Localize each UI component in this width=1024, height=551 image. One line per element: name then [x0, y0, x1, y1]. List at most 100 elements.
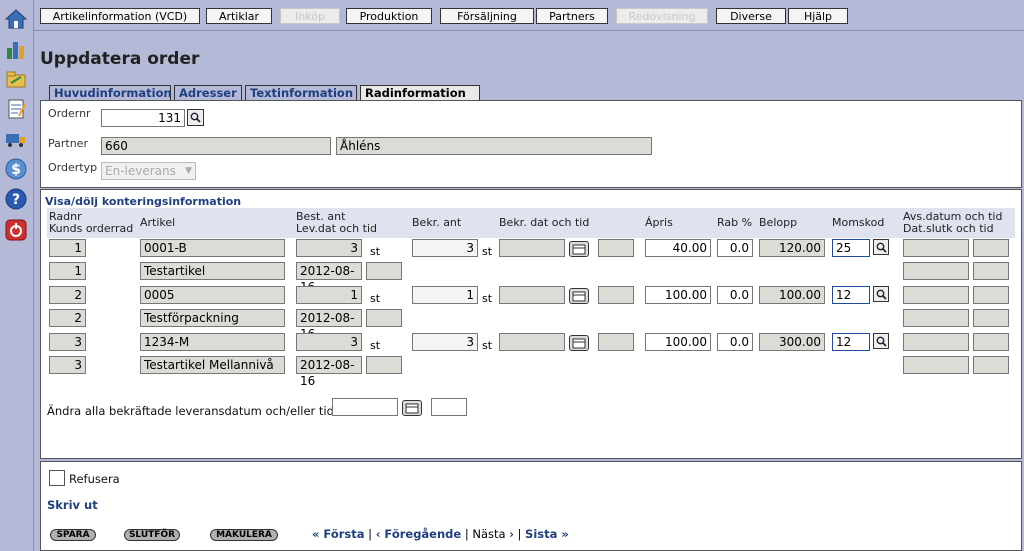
- calendar-icon[interactable]: [569, 288, 589, 304]
- change-all-label: Ändra alla bekräftade leveransdatum och/…: [47, 404, 346, 418]
- notes-icon[interactable]: [5, 98, 27, 120]
- finish-button[interactable]: SLUTFÖR: [124, 529, 180, 541]
- bekr-dat-input[interactable]: [499, 239, 565, 257]
- col-rab: Rab %: [717, 216, 753, 229]
- calendar-icon[interactable]: [402, 400, 422, 416]
- pagination: « Första | ‹ Föregående | Nästa › | Sist…: [312, 527, 569, 541]
- folder-icon[interactable]: [5, 68, 27, 90]
- home-icon[interactable]: [5, 8, 27, 30]
- momskod-input[interactable]: 12: [832, 286, 870, 304]
- dollar-icon[interactable]: $: [5, 158, 27, 180]
- bekr-ant-input[interactable]: 1: [412, 286, 478, 304]
- search-icon[interactable]: [873, 333, 889, 349]
- bekr-ant-input[interactable]: 3: [412, 239, 478, 257]
- menu-hjalp[interactable]: Hjälp: [788, 8, 848, 24]
- print-link[interactable]: Skriv ut: [47, 498, 98, 512]
- nav-separator: |: [517, 527, 522, 541]
- col-belopp: Belopp: [759, 216, 798, 229]
- artikelnr-field: 1234-M: [140, 333, 285, 351]
- partner-code-field: 660: [101, 137, 331, 155]
- search-icon[interactable]: [873, 286, 889, 302]
- radnr-field: 3: [49, 333, 86, 351]
- nav-last-link[interactable]: Sista »: [525, 527, 569, 541]
- help-icon[interactable]: ?: [5, 188, 27, 210]
- ordernr-search-icon[interactable]: [187, 109, 204, 126]
- best-ant-field: 3: [296, 239, 362, 257]
- rab-input[interactable]: 0.0: [717, 239, 753, 257]
- levdat-field: 2012-08-16: [296, 356, 362, 388]
- bekr-tid-input[interactable]: [598, 286, 634, 304]
- artikelnamn-field: Testartikel: [140, 262, 285, 280]
- menu-forsaljning[interactable]: Försäljning: [440, 8, 534, 24]
- col-best-ant: Best. ant Lev.dat och tid: [296, 210, 377, 235]
- artikelnr-field: 0001-B: [140, 239, 285, 257]
- menu-partners[interactable]: Partners: [536, 8, 608, 24]
- artikelnamn-field: Testartikel Mellannivå: [140, 356, 285, 374]
- avs-tid-field: [973, 239, 1009, 257]
- apris-input[interactable]: 100.00: [645, 286, 711, 304]
- bekr-dat-input[interactable]: [499, 333, 565, 351]
- partner-name-field: Åhléns: [336, 137, 652, 155]
- col-radnr: Radnr Kunds orderrad: [49, 210, 134, 235]
- change-all-time-input[interactable]: [431, 398, 467, 416]
- bekr-unit-label: st: [482, 339, 493, 352]
- rab-input[interactable]: 0.0: [717, 333, 753, 351]
- tab-adresser[interactable]: Adresser: [174, 85, 242, 100]
- best-ant-field: 1: [296, 286, 362, 304]
- save-button[interactable]: SPARA: [50, 529, 96, 541]
- menu-redovisning: Redovisning: [616, 8, 708, 24]
- tab-radinformation[interactable]: Radinformation: [360, 85, 480, 100]
- col-apris: Ápris: [645, 216, 673, 229]
- page-title: Uppdatera order: [40, 49, 200, 69]
- apris-input[interactable]: 40.00: [645, 239, 711, 257]
- slutk-tid-field: [973, 309, 1009, 327]
- svg-text:?: ?: [12, 192, 20, 208]
- order-rows-panel: Visa/dölj konteringsinformation Radnr Kun…: [40, 189, 1022, 459]
- unit-label: st: [370, 292, 381, 305]
- calendar-icon[interactable]: [569, 241, 589, 257]
- calendar-icon[interactable]: [569, 335, 589, 351]
- ordernr-input[interactable]: 131: [101, 109, 185, 127]
- chevron-down-icon: ▼: [185, 166, 192, 176]
- kunds-orderrad-field: 2: [49, 309, 86, 327]
- void-button[interactable]: MAKULERA: [210, 529, 278, 541]
- bekr-ant-input[interactable]: 3: [412, 333, 478, 351]
- change-all-date-input[interactable]: [332, 398, 398, 416]
- toggle-accounting-link[interactable]: Visa/dölj konteringsinformation: [45, 195, 241, 208]
- nav-first-link[interactable]: « Första: [312, 527, 365, 541]
- apris-input[interactable]: 100.00: [645, 333, 711, 351]
- bekr-dat-input[interactable]: [499, 286, 565, 304]
- col-momskod: Momskod: [832, 216, 885, 229]
- momskod-input[interactable]: 12: [832, 333, 870, 351]
- power-icon[interactable]: [5, 219, 27, 241]
- truck-icon[interactable]: [5, 128, 27, 150]
- tab-textinformation[interactable]: Textinformation: [245, 85, 357, 100]
- chart-icon[interactable]: [5, 38, 27, 60]
- slutk-datum-field: [903, 356, 969, 374]
- sidebar: $ ?: [0, 0, 34, 551]
- levdat-field: 2012-08-16: [296, 309, 362, 341]
- bekr-tid-input[interactable]: [598, 333, 634, 351]
- slutk-datum-field: [903, 262, 969, 280]
- menu-diverse[interactable]: Diverse: [716, 8, 786, 24]
- nav-prev-link[interactable]: ‹ Föregående: [376, 527, 462, 541]
- belopp-field: 300.00: [759, 333, 825, 351]
- levtid-field: [366, 309, 402, 327]
- menu-artikelinformation[interactable]: Artikelinformation (VCD): [40, 8, 200, 24]
- nav-separator: |: [464, 527, 469, 541]
- rab-input[interactable]: 0.0: [717, 286, 753, 304]
- search-icon[interactable]: [873, 239, 889, 255]
- avs-tid-field: [973, 333, 1009, 351]
- avs-datum-field: [903, 333, 969, 351]
- menu-artiklar[interactable]: Artiklar: [206, 8, 272, 24]
- tab-huvudinformation[interactable]: Huvudinformation: [49, 85, 172, 100]
- menu-inkop: Inköp: [280, 8, 340, 24]
- momskod-input[interactable]: 25: [832, 239, 870, 257]
- partner-label: Partner: [48, 137, 88, 150]
- bekr-unit-label: st: [482, 292, 493, 305]
- main-area: Uppdatera order Huvudinformation Adresse…: [34, 31, 1024, 551]
- col-artikel: Artikel: [140, 216, 176, 229]
- bekr-tid-input[interactable]: [598, 239, 634, 257]
- menu-produktion[interactable]: Produktion: [346, 8, 432, 24]
- refusera-checkbox[interactable]: [49, 470, 65, 486]
